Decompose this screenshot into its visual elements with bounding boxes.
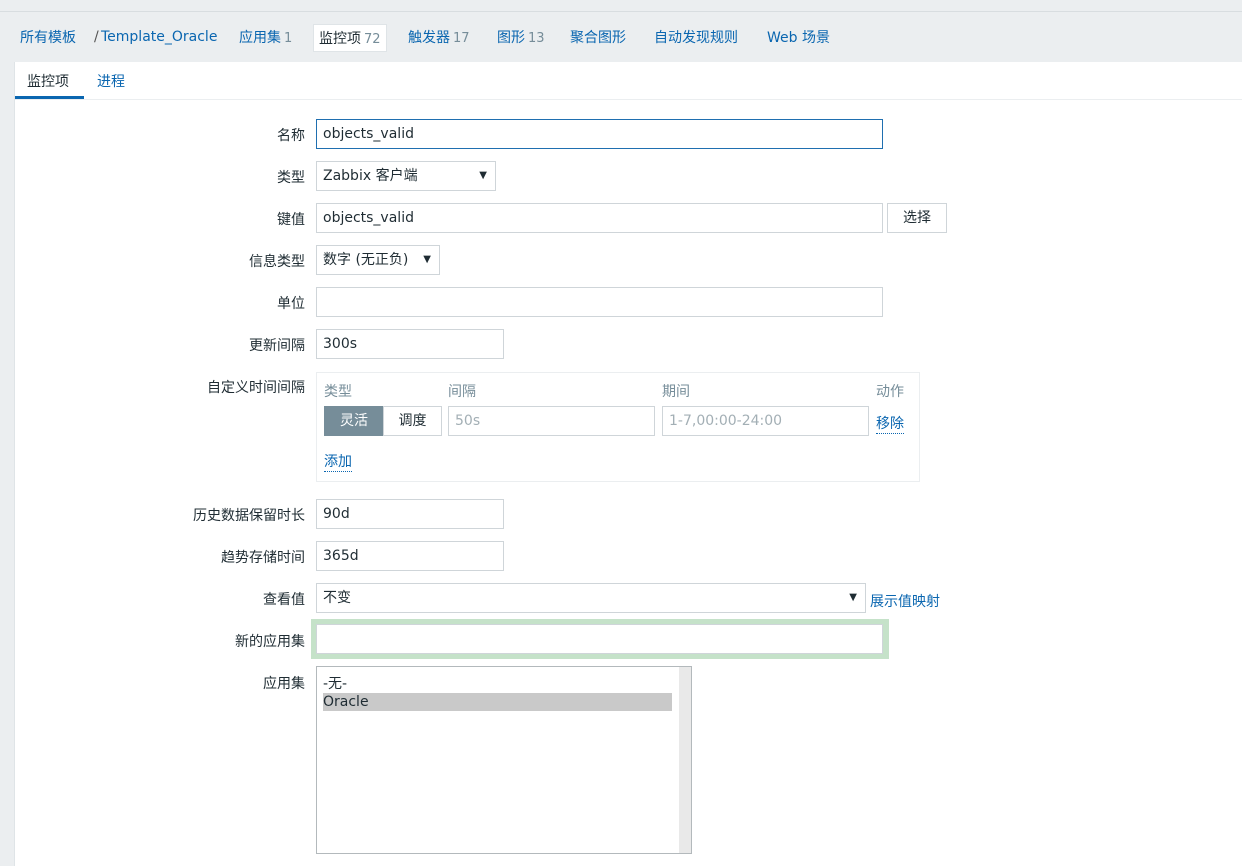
update-interval-input[interactable]: 300s [316, 329, 504, 359]
breadcrumb-template-name[interactable]: Template_Oracle [101, 29, 217, 45]
key-input[interactable]: objects_valid [316, 203, 883, 233]
interval-input[interactable]: 50s [448, 406, 655, 436]
nav-screens[interactable]: 聚合图形 [570, 27, 626, 47]
info-type-select-value: 数字 (无正负) [323, 252, 409, 268]
tab-item[interactable]: 监控项 [27, 71, 69, 91]
type-label: 类型 [277, 170, 305, 186]
nav-discovery-rules[interactable]: 自动发现规则 [654, 27, 738, 47]
col-period-header: 期间 [662, 384, 690, 400]
breadcrumb-all-templates[interactable]: 所有模板 [20, 27, 76, 47]
col-interval-header: 间隔 [448, 384, 476, 400]
top-bar [0, 0, 1242, 12]
nav-web-scenarios[interactable]: Web 场景 [767, 27, 830, 47]
breadcrumb-separator: / [94, 29, 99, 45]
nav-graphs[interactable]: 图形 13 [497, 27, 545, 47]
list-item[interactable]: -无- [323, 675, 347, 693]
list-item-selected[interactable]: Oracle [323, 693, 672, 711]
name-label: 名称 [277, 128, 305, 144]
custom-intervals-table: 类型 间隔 期间 动作 灵活 调度 50s 1-7,00:00-24:00 移除… [316, 372, 920, 482]
add-interval-link[interactable]: 添加 [324, 451, 352, 472]
active-tab-indicator [15, 96, 84, 99]
toggle-flexible[interactable]: 灵活 [324, 406, 384, 436]
units-label: 单位 [277, 296, 305, 312]
type-select-value: Zabbix 客户端 [323, 168, 418, 184]
chevron-down-icon: ▼ [849, 592, 857, 603]
col-type-header: 类型 [324, 384, 352, 400]
remove-interval-link[interactable]: 移除 [876, 413, 904, 434]
applications-listbox[interactable]: -无- Oracle [316, 666, 692, 854]
nav-items[interactable]: 监控项 72 [313, 24, 387, 52]
info-type-label: 信息类型 [249, 254, 305, 270]
info-type-select[interactable]: 数字 (无正负) ▼ [316, 245, 440, 275]
tab-preprocessing[interactable]: 进程 [97, 71, 125, 91]
trends-label: 趋势存储时间 [221, 550, 305, 566]
custom-intervals-label: 自定义时间间隔 [207, 380, 305, 396]
update-interval-label: 更新间隔 [249, 338, 305, 354]
breadcrumb: 所有模板 / Template_Oracle 应用集 1 监控项 72 触发器 17 … [0, 22, 1242, 52]
name-input[interactable]: objects_valid [316, 119, 883, 149]
nav-applications[interactable]: 应用集 1 [239, 27, 292, 47]
listbox-scrollbar[interactable] [679, 667, 691, 853]
nav-triggers[interactable]: 触发器 17 [408, 27, 470, 47]
interval-placeholder: 50s [455, 413, 481, 429]
applications-label: 应用集 [263, 676, 305, 692]
history-label: 历史数据保留时长 [193, 508, 305, 524]
item-form-panel: 监控项 进程 名称 objects_valid 类型 Zabbix 客户端 ▼ … [14, 62, 1242, 866]
units-input[interactable] [316, 287, 883, 317]
select-key-button[interactable]: 选择 [887, 203, 947, 233]
show-value-select-value: 不变 [323, 590, 351, 606]
toggle-scheduling[interactable]: 调度 [383, 406, 442, 436]
period-input[interactable]: 1-7,00:00-24:00 [662, 406, 869, 436]
type-select[interactable]: Zabbix 客户端 ▼ [316, 161, 496, 191]
key-label: 键值 [277, 212, 305, 228]
new-application-label: 新的应用集 [235, 634, 305, 650]
period-placeholder: 1-7,00:00-24:00 [669, 413, 783, 429]
show-value-label: 查看值 [263, 592, 305, 608]
show-value-select[interactable]: 不变 ▼ [316, 583, 866, 613]
chevron-down-icon: ▼ [479, 170, 487, 181]
trends-input[interactable]: 365d [316, 541, 504, 571]
col-action-header: 动作 [876, 384, 904, 400]
history-input[interactable]: 90d [316, 499, 504, 529]
new-application-input[interactable] [316, 624, 883, 654]
chevron-down-icon: ▼ [423, 254, 431, 265]
tab-bar: 监控项 进程 [15, 62, 1242, 100]
show-value-mapping-link[interactable]: 展示值映射 [870, 591, 940, 611]
